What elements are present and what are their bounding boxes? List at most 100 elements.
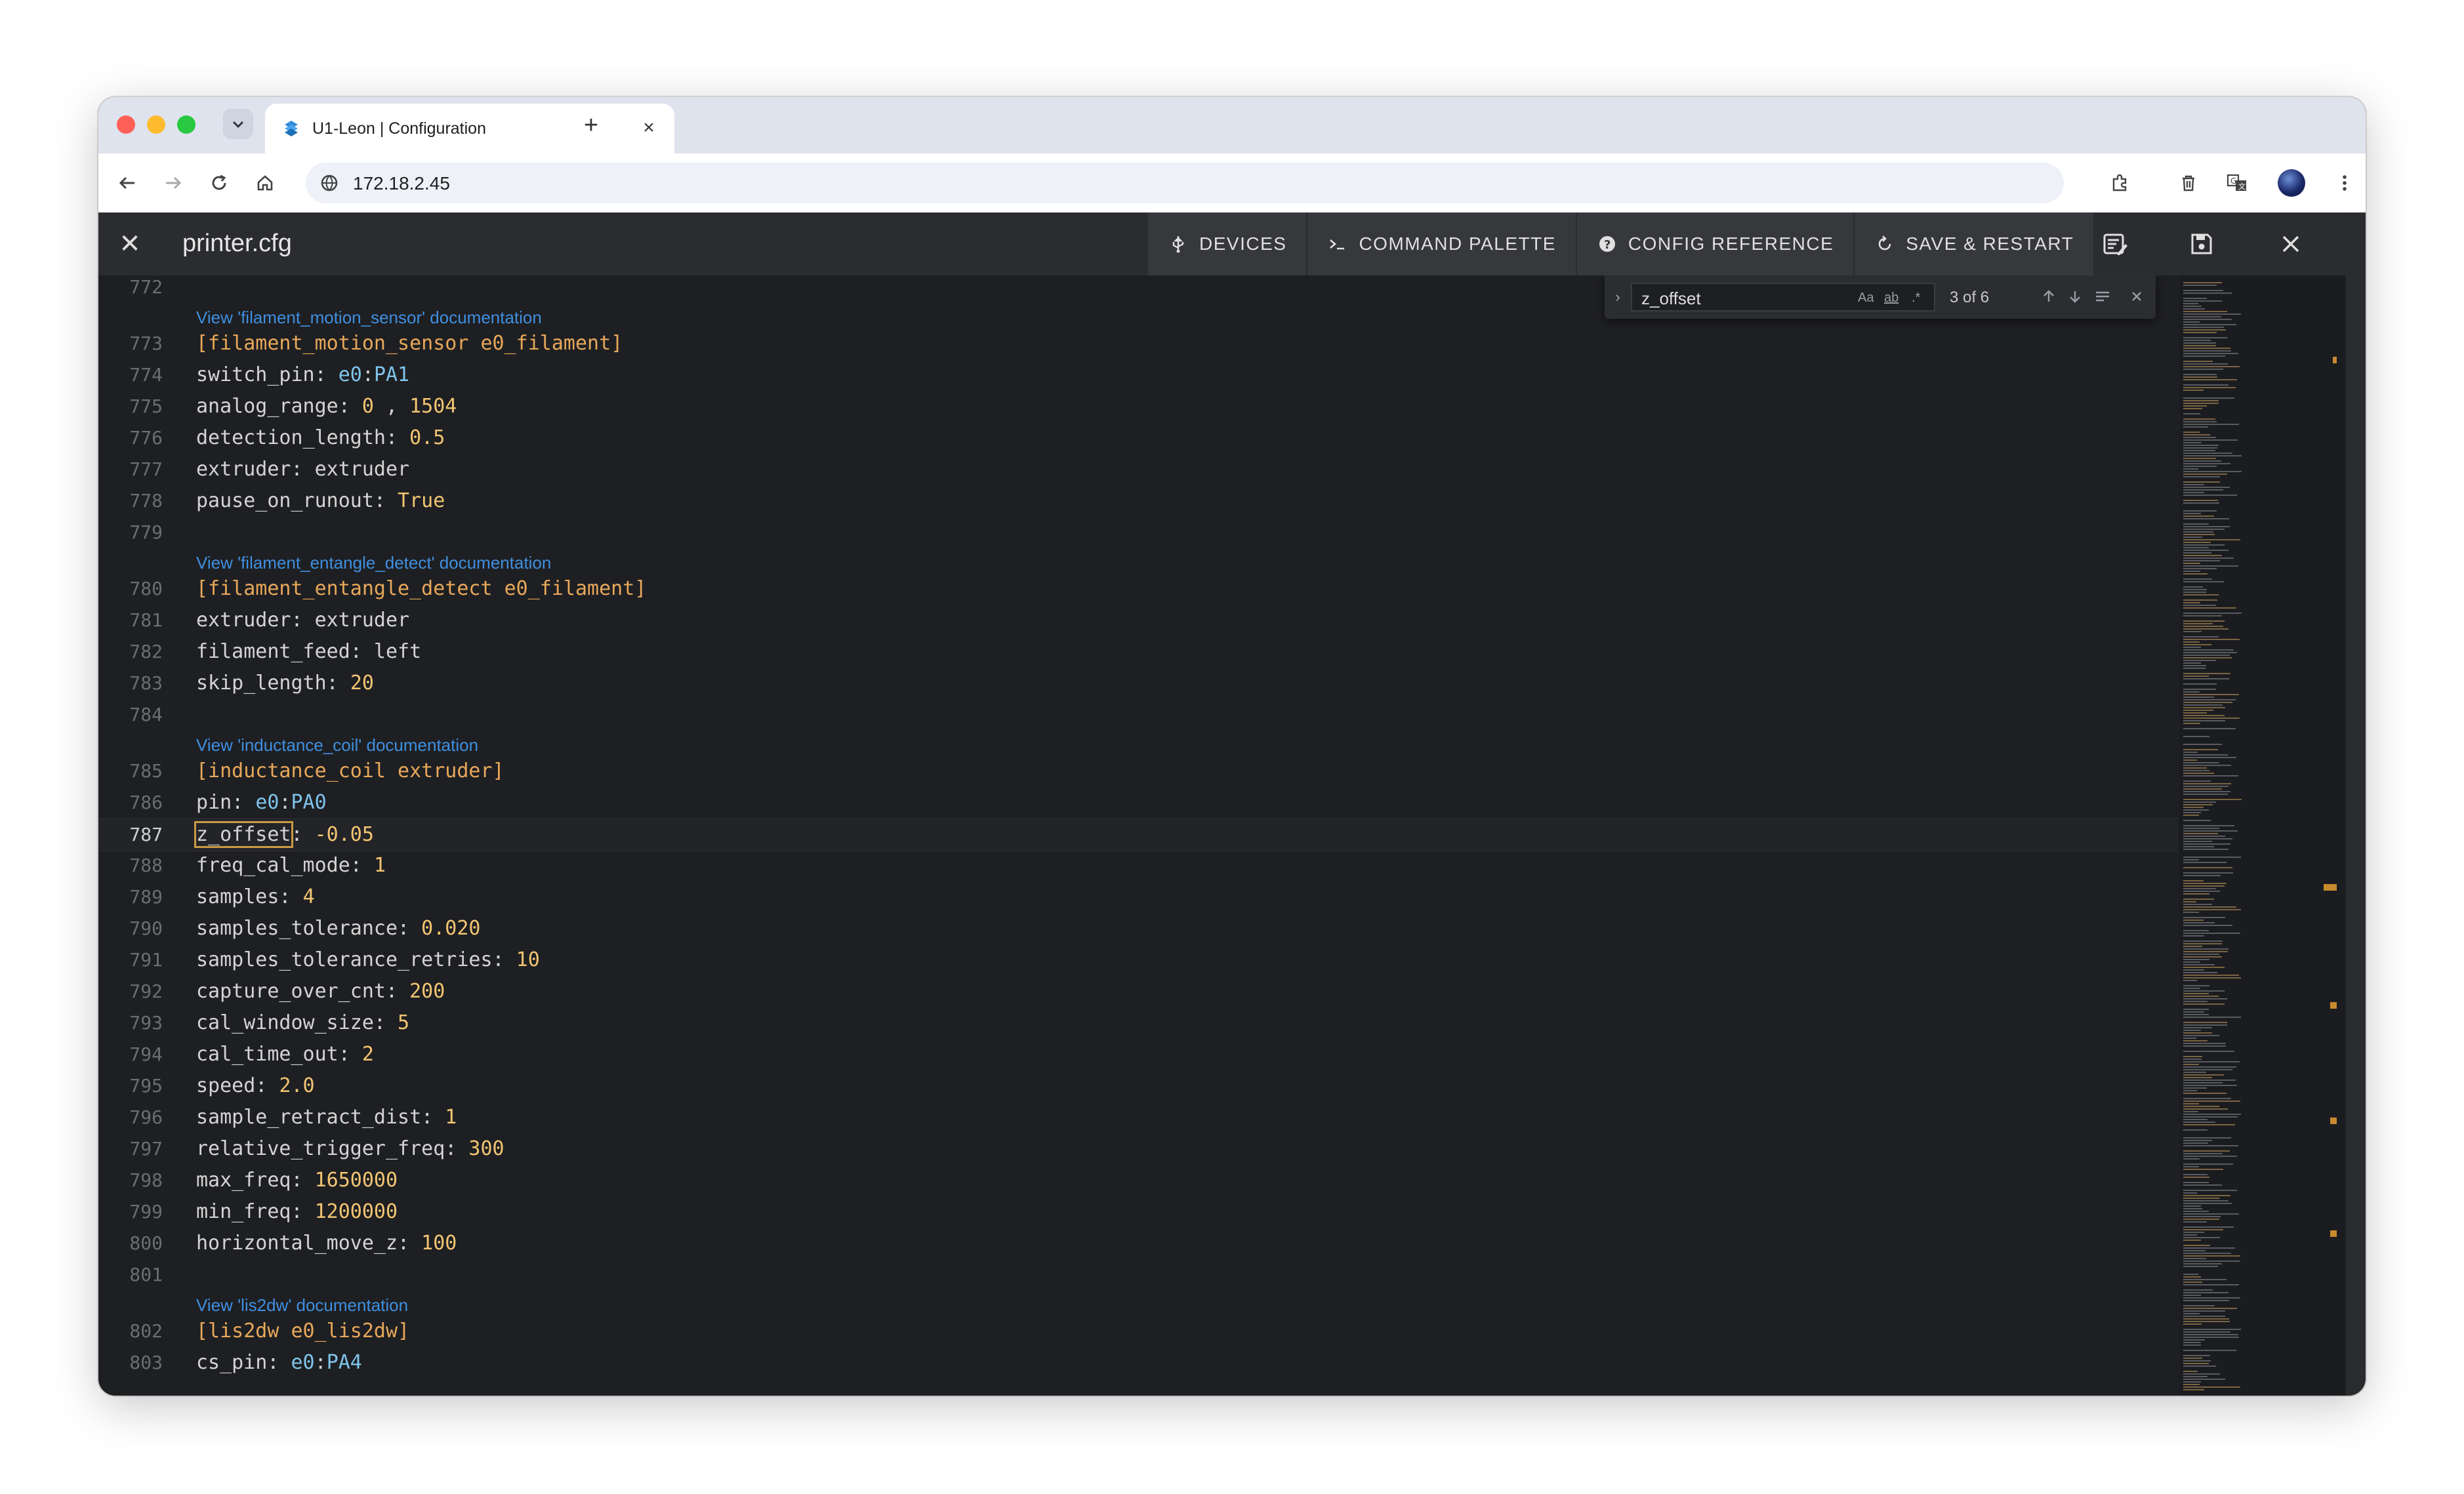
minimap-line: [2183, 676, 2209, 677]
minimap-line: [2183, 922, 2215, 923]
find-input[interactable]: z_offset Aa ab .*: [1631, 283, 1935, 312]
line-number: 788: [129, 855, 163, 876]
close-window-button[interactable]: [117, 115, 135, 134]
vertical-scrollbar[interactable]: [2346, 212, 2366, 1396]
forward-arrow-icon[interactable]: [157, 167, 189, 199]
minimap-line: [2183, 500, 2218, 501]
minimap-line: [2183, 1061, 2240, 1062]
trash-icon[interactable]: [2173, 167, 2204, 199]
translate-icon[interactable]: G文: [2221, 167, 2253, 199]
save-restart-button[interactable]: SAVE & RESTART: [1855, 212, 2094, 275]
minimap-line: [2183, 1363, 2209, 1364]
svg-text:文: 文: [2238, 182, 2246, 191]
minimap-line: [2183, 455, 2242, 456]
minimap-line: [2183, 880, 2204, 881]
minimap-line: [2183, 828, 2219, 829]
back-arrow-icon[interactable]: [112, 167, 143, 199]
minimap-line: [2183, 615, 2222, 616]
minimap-line: [2183, 1211, 2209, 1212]
minimap-line: [2183, 442, 2202, 443]
reload-icon[interactable]: [203, 167, 235, 199]
minimap-line: [2183, 408, 2202, 409]
devices-button[interactable]: DEVICES: [1148, 212, 1307, 275]
minimap-line: [2183, 1337, 2239, 1338]
find-in-selection-icon[interactable]: [2091, 285, 2114, 308]
kebab-menu-icon[interactable]: [2329, 167, 2360, 199]
minimap-line: [2183, 636, 2219, 637]
tab-close-icon[interactable]: ×: [636, 115, 661, 140]
whole-word-toggle[interactable]: ab: [1884, 291, 1899, 308]
code-token: switch_pin:: [196, 363, 339, 386]
minimap-line: [2183, 495, 2237, 496]
minimap-line: [2183, 1245, 2210, 1246]
documentation-link[interactable]: View 'inductance_coil' documentation: [196, 733, 478, 757]
code-token: [inductance_coil extruder]: [196, 759, 504, 782]
minimap-line: [2183, 1069, 2232, 1070]
match-case-toggle[interactable]: Aa: [1858, 291, 1874, 308]
restart-icon: [1874, 233, 1895, 254]
close-find-icon[interactable]: [2125, 285, 2148, 308]
minimap-line: [2183, 1192, 2197, 1194]
code-line: 783 skip_length: 20: [98, 668, 2178, 699]
minimap-line: [2183, 298, 2207, 299]
minimap-line: [2183, 1064, 2199, 1065]
command-palette-button[interactable]: COMMAND PALETTE: [1307, 212, 1576, 275]
minimap-line: [2183, 1258, 2206, 1259]
minimap-line: [2183, 594, 2219, 596]
minimap-line: [2183, 809, 2209, 811]
line-number: 798: [129, 1169, 163, 1191]
minimap-line: [2183, 757, 2236, 758]
minimap-line: [2183, 1355, 2210, 1356]
search-match-highlight: z_offset: [194, 821, 293, 848]
code-line: 780 [filament_entangle_detect e0_filament…: [98, 573, 2178, 605]
home-icon[interactable]: [249, 167, 281, 199]
documentation-link[interactable]: View 'lis2dw' documentation: [196, 1293, 408, 1317]
minimap-line: [2183, 1009, 2209, 1010]
minimap-line: [2183, 783, 2231, 784]
code-editor[interactable]: 772 View 'filament_motion_sensor' documen…: [98, 275, 2346, 1396]
minimap-line: [2183, 342, 2216, 344]
extensions-icon[interactable]: [2105, 167, 2136, 199]
match-count: 3 of 6: [1950, 289, 1990, 306]
minimap-line: [2183, 376, 2217, 378]
code-line: 792 capture_over_cnt: 200: [98, 976, 2178, 1007]
browser-window: U1-Leon | Configuration × + 172.18.2.45: [98, 97, 2366, 1396]
close-icon[interactable]: [2274, 227, 2308, 261]
documentation-link[interactable]: View 'filament_motion_sensor' documentat…: [196, 306, 542, 329]
line-number: 790: [129, 918, 163, 939]
minimap-line: [2183, 413, 2200, 414]
code-token: detection_length:: [196, 426, 410, 449]
minimap-line: [2183, 1313, 2200, 1314]
minimap-line: [2183, 1297, 2240, 1299]
minimap-line: [2183, 770, 2209, 771]
new-tab-button[interactable]: +: [576, 110, 606, 140]
minimap-line: [2183, 1030, 2201, 1031]
tab-search-button[interactable]: [223, 109, 253, 139]
documentation-link[interactable]: View 'filament_entangle_detect' document…: [196, 551, 551, 575]
minimap-line: [2183, 447, 2217, 449]
config-reference-button[interactable]: ? CONFIG REFERENCE: [1576, 212, 1854, 275]
minimap[interactable]: [2179, 275, 2346, 1396]
toggle-replace-icon[interactable]: ›: [1611, 286, 1624, 308]
line-code: min_freq: 1200000: [196, 1196, 398, 1228]
minimap-line: [2183, 799, 2242, 800]
svg-text:G: G: [2230, 176, 2236, 186]
close-editor-icon[interactable]: ✕: [114, 228, 146, 260]
minimap-line: [2183, 557, 2234, 559]
minimap-line: [2183, 917, 2225, 918]
minimap-line: [2183, 1090, 2197, 1091]
browser-tab-active[interactable]: U1-Leon | Configuration ×: [265, 104, 674, 153]
minimap-line: [2183, 348, 2230, 349]
site-info-icon[interactable]: [319, 172, 340, 193]
next-match-icon[interactable]: [2064, 285, 2086, 308]
minimize-window-button[interactable]: [147, 115, 165, 134]
minimap-line: [2183, 332, 2217, 333]
regex-toggle[interactable]: .*: [1912, 291, 1920, 308]
profile-avatar[interactable]: [2278, 169, 2305, 197]
format-code-icon[interactable]: [2098, 227, 2132, 261]
minimap-line: [2183, 993, 2209, 994]
address-bar[interactable]: 172.18.2.45: [306, 163, 2064, 203]
save-icon[interactable]: [2185, 227, 2219, 261]
previous-match-icon[interactable]: [2038, 285, 2060, 308]
maximize-window-button[interactable]: [177, 115, 195, 134]
